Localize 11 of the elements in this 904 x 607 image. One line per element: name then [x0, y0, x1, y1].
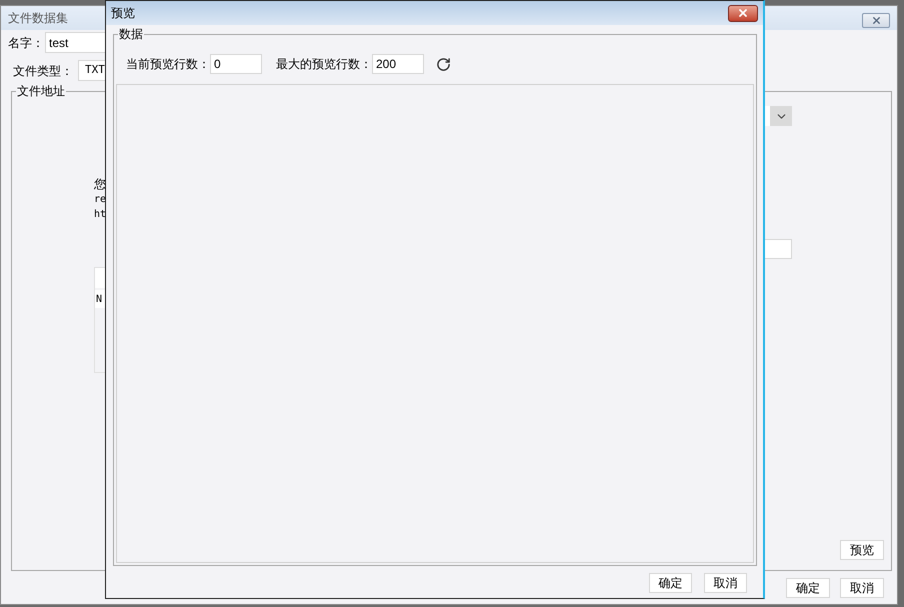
text-line: 您: [94, 177, 107, 192]
name-label: 名字：: [8, 34, 44, 52]
max-rows-label: 最大的预览行数：: [276, 56, 372, 73]
group-title: 文件地址: [16, 83, 66, 99]
file-type-label: 文件类型：: [13, 62, 73, 80]
current-rows-label: 当前预览行数：: [126, 56, 210, 73]
group-title: 数据: [118, 26, 144, 42]
window-title: 预览: [111, 5, 135, 22]
text-line: ht: [94, 208, 108, 222]
window-title: 文件数据集: [8, 10, 68, 27]
text-line: re: [94, 193, 108, 207]
